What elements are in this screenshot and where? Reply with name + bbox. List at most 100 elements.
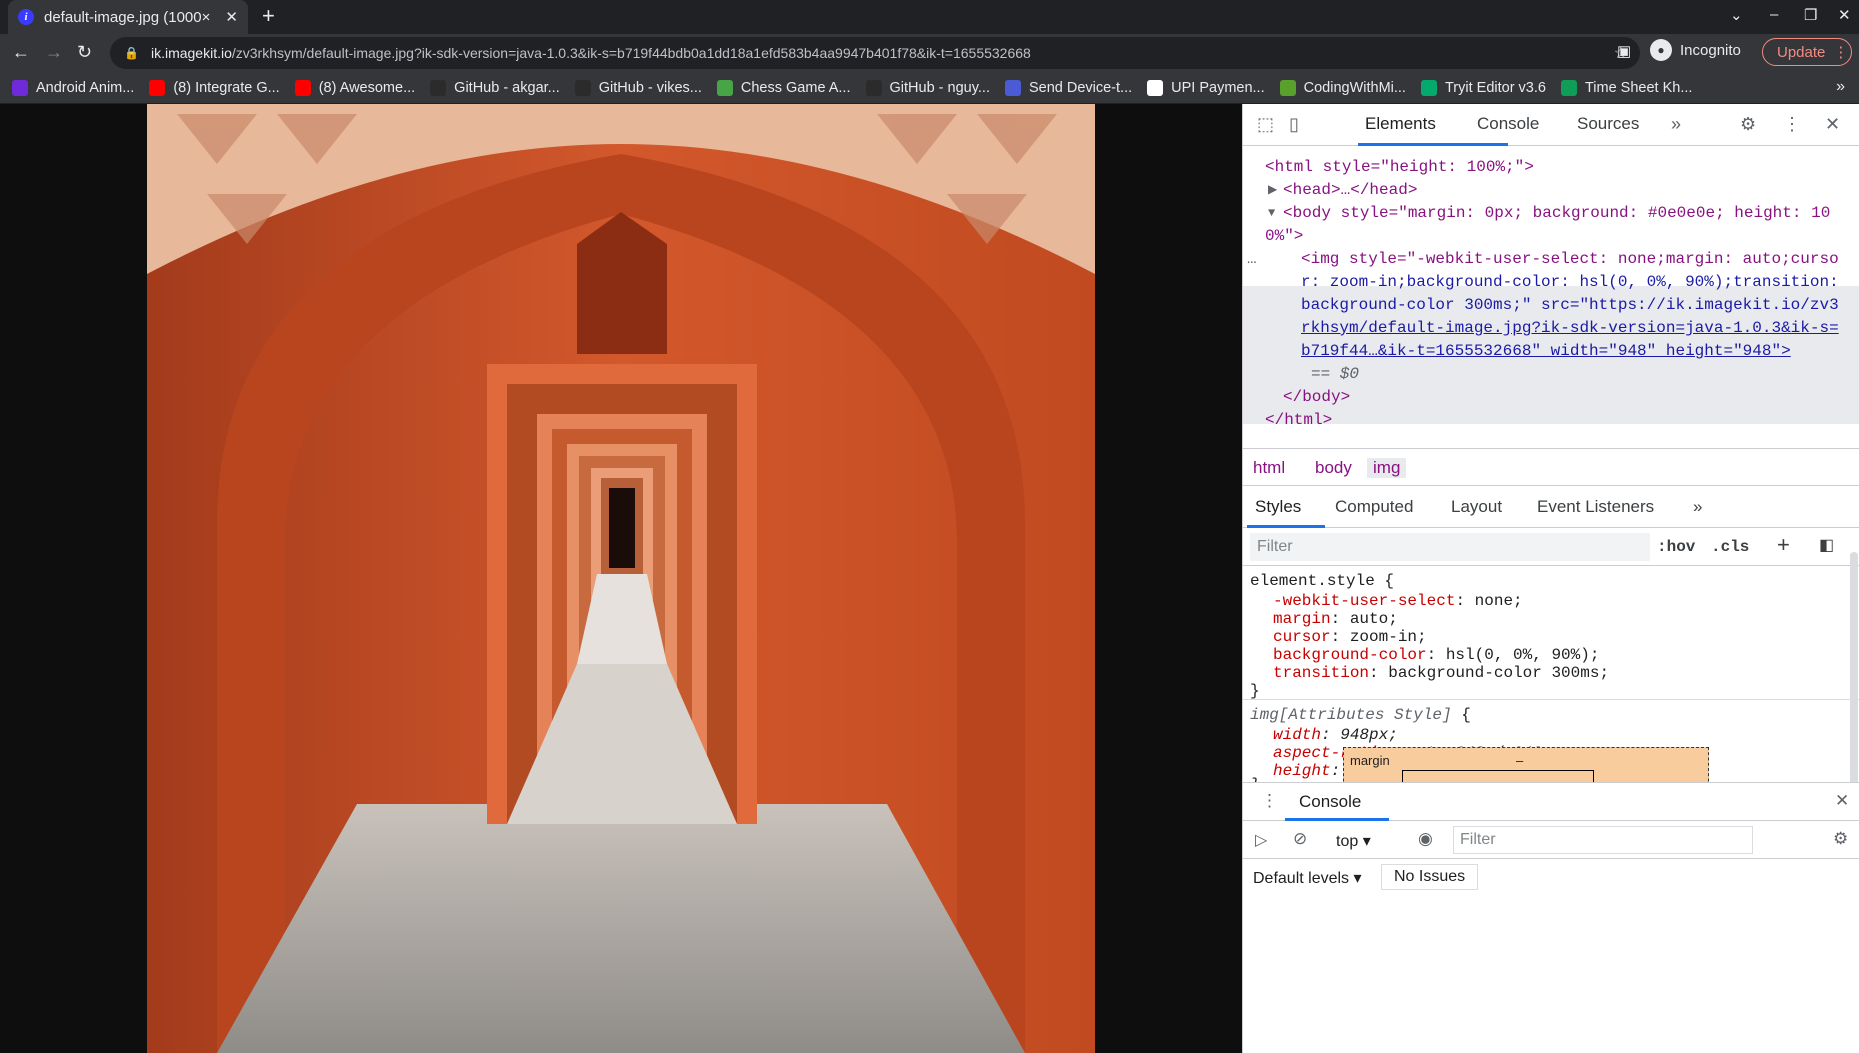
node-head[interactable]: <head>…</head> <box>1283 179 1417 202</box>
node-img-line-2[interactable]: r: zoom-in;background-color: hsl(0, 0%, … <box>1301 271 1839 294</box>
cls-toggle[interactable]: .cls <box>1711 536 1749 559</box>
devtools-tab-bar: ⬚ ▯ Elements Console Sources » ⚙ ⋮ ✕ <box>1243 104 1859 146</box>
css-declaration[interactable]: transition: background-color 300ms; <box>1273 662 1609 685</box>
context-selector[interactable]: top ▾ <box>1336 831 1371 851</box>
tab-active[interactable]: i default-image.jpg (1000× ✕ <box>8 0 248 34</box>
bookmark-item[interactable]: GitHub - vikes... <box>574 79 702 96</box>
back-icon[interactable]: ← <box>12 42 30 63</box>
bookmark-favicon-icon <box>574 79 591 96</box>
node-body[interactable]: <body style="margin: 0px; background: #0… <box>1283 202 1830 225</box>
inspect-element-icon[interactable]: ⬚ <box>1257 114 1274 135</box>
incognito-profile[interactable]: ● Incognito <box>1650 39 1741 61</box>
reload-icon[interactable]: ↻ <box>77 42 92 63</box>
console-settings-icon[interactable]: ⚙ <box>1833 829 1848 849</box>
node-img-line-1[interactable]: <img style="-webkit-user-select: none;ma… <box>1301 248 1839 271</box>
hov-toggle[interactable]: :hov <box>1657 536 1695 559</box>
node-ellipsis-icon[interactable]: … <box>1247 248 1257 271</box>
issues-button[interactable]: No Issues <box>1381 864 1479 890</box>
box-model-margin-label: margin <box>1350 753 1390 768</box>
breadcrumb-body[interactable]: body <box>1315 458 1352 478</box>
collapse-arrow-icon[interactable]: ▼ <box>1268 202 1275 225</box>
minimize-icon[interactable]: – <box>1770 6 1778 23</box>
drawer-tab-console[interactable]: Console <box>1299 792 1361 812</box>
console-drawer: ⋮ Console ✕ ▷ ⊘ top ▾ ◉ Filter ⚙ Default… <box>1243 782 1859 1053</box>
bookmarks-bar: Android Anim... (8) Integrate G... (8) Awe… <box>0 72 1859 104</box>
expand-arrow-icon[interactable]: ▶ <box>1268 179 1277 202</box>
log-levels-dropdown[interactable]: Default levels ▾ <box>1253 868 1362 888</box>
tab-computed[interactable]: Computed <box>1335 497 1413 517</box>
sidebar-toggle-icon[interactable]: ▷ <box>1255 830 1267 850</box>
tab-event-listeners[interactable]: Event Listeners <box>1537 497 1654 517</box>
bookmark-item[interactable]: (8) Integrate G... <box>149 79 280 96</box>
browser-window: i default-image.jpg (1000× ✕ + ⌄ – ❐ ✕ ←… <box>0 0 1859 1053</box>
close-devtools-icon[interactable]: ✕ <box>1825 114 1840 135</box>
more-subtabs-icon[interactable]: » <box>1693 497 1702 517</box>
active-tab-indicator <box>1358 143 1508 146</box>
node-img-line-4[interactable]: rkhsym/default-image.jpg?ik-sdk-version=… <box>1301 317 1839 340</box>
styles-filter-input[interactable]: Filter <box>1250 533 1650 561</box>
bookmark-item[interactable]: GitHub - akgar... <box>430 79 560 96</box>
bookmark-label: CodingWithMi... <box>1303 79 1406 96</box>
tab-sources[interactable]: Sources <box>1577 114 1639 134</box>
bookmark-label: UPI Paymen... <box>1171 79 1265 96</box>
url-text[interactable]: ik.imagekit.io/zv3rkhsym/default-image.j… <box>151 45 1031 61</box>
bookmark-label: GitHub - vikes... <box>598 79 702 96</box>
breadcrumb-html[interactable]: html <box>1253 458 1285 478</box>
displayed-image[interactable] <box>147 104 1095 1053</box>
styles-subtab-bar: Styles Computed Layout Event Listeners » <box>1243 486 1859 528</box>
toggle-sidebar-icon[interactable]: ◧ <box>1819 535 1834 555</box>
drawer-menu-icon[interactable]: ⋮ <box>1261 791 1278 811</box>
tab-styles[interactable]: Styles <box>1255 497 1301 517</box>
node-body-cont[interactable]: 0%"> <box>1265 225 1303 248</box>
forward-icon[interactable]: → <box>45 42 63 63</box>
bookmark-item[interactable]: Time Sheet Kh... <box>1560 79 1693 96</box>
bookmark-label: (8) Awesome... <box>318 79 416 96</box>
devtools-panel: ⬚ ▯ Elements Console Sources » ⚙ ⋮ ✕ <ht… <box>1242 104 1859 1053</box>
bookmark-favicon-icon <box>716 79 733 96</box>
breadcrumb-img[interactable]: img <box>1367 458 1407 478</box>
live-expression-eye-icon[interactable]: ◉ <box>1418 829 1433 849</box>
bookmark-item[interactable]: Tryit Editor v3.6 <box>1420 79 1546 96</box>
close-icon[interactable]: ✕ <box>1838 6 1851 24</box>
close-drawer-icon[interactable]: ✕ <box>1835 791 1849 811</box>
bookmark-item[interactable]: Chess Game A... <box>716 79 851 96</box>
kebab-menu-icon[interactable]: ⋮ <box>1783 114 1801 135</box>
bookmarks-overflow-icon[interactable]: » <box>1836 78 1845 96</box>
tab-elements[interactable]: Elements <box>1365 114 1436 134</box>
new-style-rule-icon[interactable]: + <box>1777 532 1790 558</box>
device-toolbar-icon[interactable]: ▯ <box>1289 114 1299 135</box>
tab-console[interactable]: Console <box>1477 114 1539 134</box>
bookmark-label: (8) Integrate G... <box>173 79 280 96</box>
node-img-line-5[interactable]: b719f44…&ik-t=1655532668" width="948" he… <box>1301 340 1791 363</box>
side-panel-icon[interactable]: ▣ <box>1617 42 1631 60</box>
bookmark-favicon-icon <box>1560 79 1577 96</box>
new-tab-button[interactable]: + <box>262 5 275 27</box>
lock-icon[interactable]: 🔒 <box>124 46 139 60</box>
styles-filter-bar: Filter :hov .cls + ◧ <box>1243 528 1859 566</box>
clear-console-icon[interactable]: ⊘ <box>1293 829 1307 849</box>
bookmark-item[interactable]: UPI Paymen... <box>1147 79 1265 96</box>
settings-gear-icon[interactable]: ⚙ <box>1740 114 1756 135</box>
page-viewport <box>0 104 1242 1053</box>
bookmark-item[interactable]: (8) Awesome... <box>294 79 416 96</box>
tab-layout[interactable]: Layout <box>1451 497 1502 517</box>
node-html-close[interactable]: </html> <box>1265 409 1332 432</box>
node-img-line-3[interactable]: background-color 300ms;" src="https://ik… <box>1301 294 1839 317</box>
node-body-close[interactable]: </body> <box>1283 386 1350 409</box>
bookmark-item[interactable]: GitHub - nguy... <box>865 79 990 96</box>
bookmark-item[interactable]: CodingWithMi... <box>1279 79 1406 96</box>
bookmark-item[interactable]: Send Device-t... <box>1004 79 1132 96</box>
chevron-down-icon[interactable]: ⌄ <box>1730 6 1743 24</box>
restore-icon[interactable]: ❐ <box>1804 6 1817 24</box>
browser-toolbar: ← → ↻ 🔒 ik.imagekit.io/zv3rkhsym/default… <box>0 34 1859 72</box>
bookmark-favicon-icon <box>1420 79 1437 96</box>
bookmark-label: Android Anim... <box>36 79 135 96</box>
node-html[interactable]: <html style="height: 100%;"> <box>1265 156 1534 179</box>
address-bar[interactable]: 🔒 ik.imagekit.io/zv3rkhsym/default-image… <box>110 37 1640 69</box>
more-tabs-icon[interactable]: » <box>1671 114 1681 135</box>
tab-close-icon[interactable]: ✕ <box>225 8 238 26</box>
update-button[interactable]: Update ⋮ <box>1762 38 1852 66</box>
console-filter-input[interactable]: Filter <box>1453 826 1753 854</box>
bookmark-label: Time Sheet Kh... <box>1584 79 1693 96</box>
bookmark-item[interactable]: Android Anim... <box>12 79 135 96</box>
